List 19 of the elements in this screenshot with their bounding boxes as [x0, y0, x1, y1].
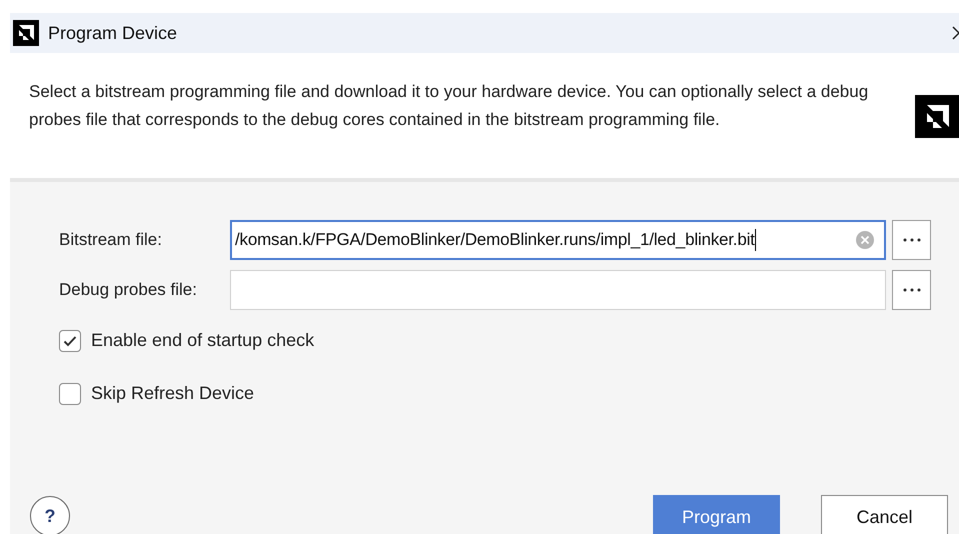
ellipsis-icon	[902, 238, 920, 242]
ellipsis-icon	[902, 288, 920, 292]
checkbox-label[interactable]: Enable end of startup check	[91, 327, 314, 354]
checkbox[interactable]	[59, 330, 81, 352]
window-title: Program Device	[48, 22, 178, 45]
logo-icon	[13, 20, 39, 46]
field-label: Bitstream file:	[59, 229, 163, 252]
file-path-field[interactable]	[230, 270, 886, 310]
help-button[interactable]: ?	[30, 496, 70, 534]
field-label: Debug probes file:	[59, 279, 198, 302]
checkbox[interactable]	[59, 382, 81, 404]
cancel-button[interactable]: Cancel	[821, 495, 948, 534]
browse-button[interactable]	[892, 220, 931, 260]
browse-button[interactable]	[892, 270, 931, 310]
description-text: Select a bitstream programming file and download it to your hardware device. You can optionally select a debug probes file that corresponds to the debug cores contained in the bitstream programming file.	[29, 81, 870, 130]
file-path-field[interactable]: /komsan.k/FPGA/DemoBlinker/DemoBlinker.runs/impl_1/led_blinker.bit	[230, 220, 886, 260]
clear-icon[interactable]	[856, 231, 874, 249]
program-button[interactable]: Program	[653, 495, 780, 534]
checkbox-label[interactable]: Skip Refresh Device	[91, 380, 254, 407]
